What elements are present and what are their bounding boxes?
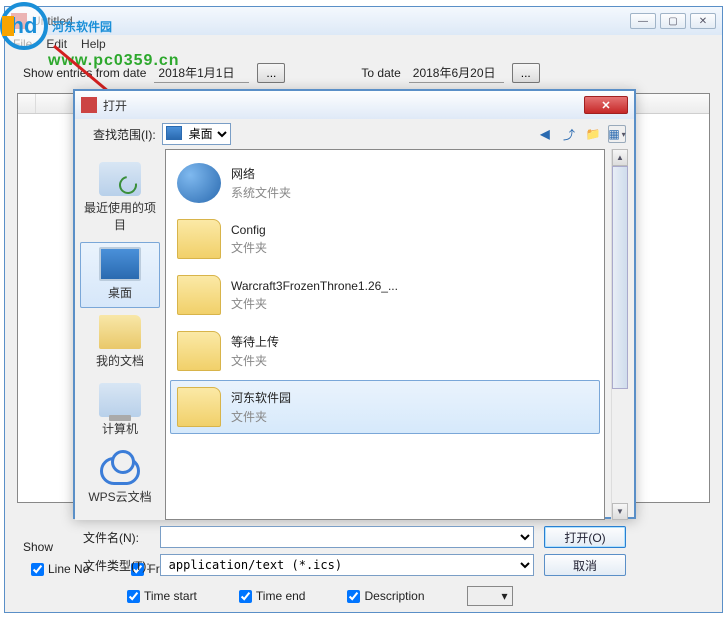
folder-icon [177, 275, 221, 315]
new-folder-icon[interactable]: 📁 [584, 125, 602, 143]
file-type: 文件夹 [231, 352, 279, 369]
dialog-icon [81, 97, 97, 113]
file-row[interactable]: 网络系统文件夹 [170, 156, 600, 210]
checkbox-time-end[interactable]: Time end [239, 589, 306, 603]
file-type: 系统文件夹 [231, 184, 291, 201]
dialog-titlebar: 打开 ✕ [75, 91, 634, 119]
file-name: 等待上传 [231, 333, 279, 350]
menu-help[interactable]: Help [81, 37, 106, 53]
place-wps-cloud[interactable]: WPS云文档 [80, 446, 160, 512]
folder-icon [177, 219, 221, 259]
scroll-up-icon[interactable]: ▲ [612, 149, 628, 166]
cancel-button[interactable]: 取消 [544, 554, 626, 576]
from-date-value[interactable]: 2018年1月1日 [154, 63, 249, 83]
to-date-label: To date [361, 66, 400, 80]
lookin-row: 查找范围(I): 桌面 ◀ ⤴ 📁 ▦ [75, 119, 634, 149]
dialog-close-button[interactable]: ✕ [584, 96, 628, 114]
file-row[interactable]: Config 文件夹 [170, 212, 600, 266]
from-date-picker-button[interactable]: ... [257, 63, 285, 83]
file-name: 河东软件园 [231, 389, 291, 406]
window-title: Untitled [32, 14, 630, 28]
place-mydocs[interactable]: 我的文档 [80, 310, 160, 376]
nav-back-icon[interactable]: ◀ [536, 125, 554, 143]
view-mode-icon[interactable]: ▦ [608, 125, 626, 143]
desktop-icon [166, 126, 182, 140]
to-date-value[interactable]: 2018年6月20日 [409, 63, 504, 83]
file-row[interactable]: 等待上传文件夹 [170, 324, 600, 378]
filetype-label: 文件类型(T): [83, 557, 150, 574]
file-type: 文件夹 [231, 239, 267, 256]
place-desktop[interactable]: 桌面 [80, 242, 160, 308]
scroll-thumb[interactable] [612, 166, 628, 389]
sort-dropdown[interactable]: ▾ [467, 586, 513, 606]
date-filter-row: Show entries from date 2018年1月1日 ... To … [5, 55, 722, 91]
checkbox-time-start[interactable]: Time start [127, 589, 197, 603]
menu-file[interactable]: File [13, 37, 32, 53]
file-name: 网络 [231, 165, 291, 182]
places-bar: 最近使用的项目 桌面 我的文档 计算机 WPS云文档 [75, 149, 165, 520]
file-type: 文件夹 [231, 295, 398, 312]
minimize-button[interactable]: — [630, 13, 656, 29]
file-list[interactable]: 网络系统文件夹Config文件夹Warcraft3FrozenThrone1.2… [165, 149, 605, 520]
file-row[interactable]: Warcraft3FrozenThrone1.26_... 文件夹 [170, 268, 600, 322]
filetype-dropdown[interactable]: application/text (*.ics) [160, 554, 534, 576]
checkbox-description[interactable]: Description [347, 589, 424, 603]
file-name: Config [231, 223, 267, 237]
file-list-scrollbar[interactable]: ▲ ▼ [611, 149, 628, 520]
close-button[interactable]: ✕ [690, 13, 716, 29]
folder-icon [177, 387, 221, 427]
lookin-label: 查找范围(I): [93, 126, 156, 143]
place-recent[interactable]: 最近使用的项目 [80, 157, 160, 240]
open-file-dialog: 打开 ✕ 查找范围(I): 桌面 ◀ ⤴ 📁 ▦ 最近使用的项目 [73, 89, 636, 519]
dialog-title: 打开 [103, 97, 584, 114]
to-date-picker-button[interactable]: ... [512, 63, 540, 83]
maximize-button[interactable]: ▢ [660, 13, 686, 29]
menubar: File Edit Help [5, 35, 722, 55]
scroll-down-icon[interactable]: ▼ [612, 503, 628, 520]
titlebar: Untitled — ▢ ✕ [5, 7, 722, 35]
file-row[interactable]: 河东软件园文件夹 [170, 380, 600, 434]
place-computer[interactable]: 计算机 [80, 378, 160, 444]
file-name: Warcraft3FrozenThrone1.26_... [231, 279, 398, 293]
from-date-label: Show entries from date [23, 66, 146, 80]
open-button[interactable]: 打开(O) [544, 526, 626, 548]
app-icon [11, 13, 27, 29]
nav-up-icon[interactable]: ⤴ [560, 125, 578, 143]
file-type: 文件夹 [231, 408, 291, 425]
network-icon [177, 163, 221, 203]
filename-label: 文件名(N): [83, 529, 150, 546]
filename-input[interactable] [160, 526, 534, 548]
folder-icon [177, 331, 221, 371]
menu-edit[interactable]: Edit [46, 37, 67, 53]
